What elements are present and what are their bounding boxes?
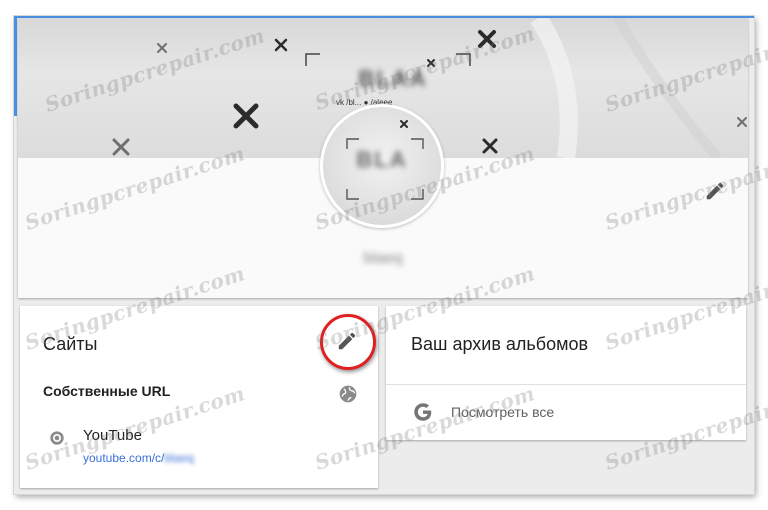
app-window: BLAA vk /bl... ● /aleee BLA blaeq Сайты …: [14, 16, 754, 494]
edit-profile-button[interactable]: [704, 180, 726, 202]
google-g-icon: [414, 403, 432, 421]
custom-urls-label: Собственные URL: [43, 383, 171, 399]
pencil-icon: [338, 332, 356, 350]
profile-name: blaeq: [363, 250, 403, 267]
link-url-suffix: blaeq: [164, 451, 194, 465]
avatar-text: BLA: [356, 147, 408, 172]
sites-card: Сайты Собственные URL YouTube youtube.co…: [20, 306, 378, 488]
globe-icon[interactable]: [338, 384, 358, 404]
sites-title: Сайты: [43, 334, 98, 354]
albums-title: Ваш архив альбомов: [411, 334, 589, 354]
link-url-prefix: youtube.com/c/: [83, 451, 165, 465]
link-url-youtube[interactable]: youtube.com/c/blaeq: [83, 451, 194, 465]
view-all-label: Посмотреть все: [451, 404, 555, 420]
link-name-youtube: YouTube: [83, 427, 142, 444]
avatar[interactable]: BLA: [320, 104, 444, 228]
edit-sites-button[interactable]: [336, 330, 358, 352]
view-all-button[interactable]: Посмотреть все: [386, 385, 746, 440]
globe-icon: [49, 430, 65, 446]
albums-card: Ваш архив альбомов Посмотреть все: [386, 306, 746, 440]
cover-title: BLAA: [358, 66, 428, 91]
profile-card: BLAA vk /bl... ● /aleee BLA blaeq: [18, 18, 748, 298]
window-accent-line-left: [14, 16, 17, 116]
pencil-icon: [706, 182, 724, 200]
